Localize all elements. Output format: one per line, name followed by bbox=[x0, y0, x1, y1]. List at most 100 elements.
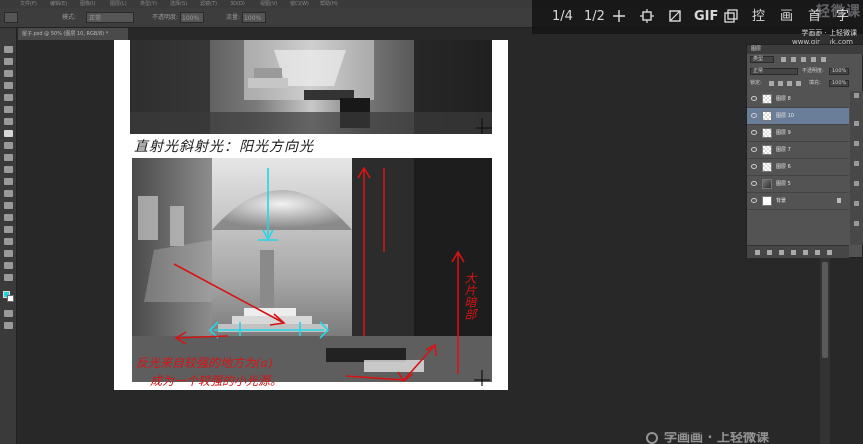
brush-preset-picker[interactable] bbox=[4, 12, 18, 23]
layers-tab[interactable]: 图层 bbox=[751, 45, 761, 54]
stamp-tool-icon[interactable] bbox=[4, 142, 13, 149]
shape-tool-icon[interactable] bbox=[4, 250, 13, 257]
layer-row[interactable]: 图层 9 bbox=[747, 125, 849, 142]
layer-style-icon[interactable] bbox=[767, 250, 772, 255]
menu-item[interactable]: 窗口(W) bbox=[290, 0, 309, 8]
visibility-eye-icon[interactable] bbox=[751, 198, 757, 203]
move-tool-icon[interactable] bbox=[4, 46, 13, 53]
visibility-eye-icon[interactable] bbox=[751, 113, 757, 118]
scroll-up-icon[interactable] bbox=[854, 93, 859, 98]
layer-opacity-input[interactable]: 100% bbox=[829, 68, 849, 75]
menu-item[interactable]: 视图(V) bbox=[260, 0, 277, 8]
painting-artwork bbox=[130, 40, 492, 386]
lasso-tool-icon[interactable] bbox=[4, 70, 13, 77]
visibility-eye-icon[interactable] bbox=[751, 181, 757, 186]
gif-button[interactable]: GIF bbox=[694, 9, 718, 25]
panel-icon[interactable] bbox=[854, 201, 859, 206]
layer-opacity-label: 不透明度: bbox=[802, 68, 824, 74]
menu-item[interactable]: 类型(Y) bbox=[140, 0, 157, 8]
control-button[interactable]: 控 bbox=[752, 9, 765, 25]
adjustment-layer-icon[interactable] bbox=[791, 250, 796, 255]
dodge-tool-icon[interactable] bbox=[4, 202, 13, 209]
menu-item[interactable]: 选择(S) bbox=[170, 0, 187, 8]
menu-item[interactable]: 滤镜(T) bbox=[200, 0, 217, 8]
panel-icon[interactable] bbox=[854, 221, 859, 226]
new-layer-icon[interactable] bbox=[815, 250, 820, 255]
crop-icon[interactable] bbox=[668, 9, 682, 23]
zoom-quarter-button[interactable]: 1/4 bbox=[552, 9, 573, 25]
type-tool-icon[interactable] bbox=[4, 226, 13, 233]
opacity-input[interactable]: 100% bbox=[180, 12, 204, 23]
blur-tool-icon[interactable] bbox=[4, 190, 13, 197]
visibility-eye-icon[interactable] bbox=[751, 96, 757, 101]
menu-item[interactable]: 编辑(E) bbox=[50, 0, 67, 8]
delete-layer-icon[interactable] bbox=[827, 250, 832, 255]
history-brush-tool-icon[interactable] bbox=[4, 154, 13, 161]
path-select-tool-icon[interactable] bbox=[4, 238, 13, 245]
bottom-watermark-text: 学画画 · 上轻微课 bbox=[664, 432, 769, 444]
fill-input[interactable]: 100% bbox=[829, 80, 849, 87]
flow-input[interactable]: 100% bbox=[242, 12, 266, 23]
quick-mask-icon[interactable] bbox=[4, 310, 13, 317]
frame-icon[interactable] bbox=[640, 9, 654, 23]
copy-icon[interactable] bbox=[724, 9, 738, 23]
panel-icon[interactable] bbox=[854, 121, 859, 126]
panel-icon[interactable] bbox=[854, 141, 859, 146]
lock-all-icon[interactable] bbox=[796, 81, 801, 86]
layer-row[interactable]: 图层 7 bbox=[747, 142, 849, 159]
zoom-half-button[interactable]: 1/2 bbox=[584, 9, 605, 25]
menu-item[interactable]: 图像(I) bbox=[80, 0, 95, 8]
pen-tool-icon[interactable] bbox=[4, 214, 13, 221]
mode-select[interactable]: 正常 bbox=[86, 12, 134, 23]
blend-mode-select[interactable]: 正常 bbox=[750, 68, 798, 75]
layer-row[interactable]: 图层 6 bbox=[747, 159, 849, 176]
layer-filter-select[interactable]: 类型 bbox=[750, 56, 774, 63]
bottom-watermark: 学画画 · 上轻微课 bbox=[646, 432, 863, 444]
filter-shape-icon[interactable] bbox=[811, 57, 816, 62]
layer-row-background[interactable]: 背景 bbox=[747, 193, 849, 210]
zoom-tool-icon[interactable] bbox=[4, 274, 13, 281]
panel-icon[interactable] bbox=[854, 161, 859, 166]
filter-adjust-icon[interactable] bbox=[791, 57, 796, 62]
gradient-tool-icon[interactable] bbox=[4, 178, 13, 185]
visibility-eye-icon[interactable] bbox=[751, 130, 757, 135]
menu-item[interactable]: 文件(F) bbox=[20, 0, 37, 8]
brush-tool-icon[interactable] bbox=[4, 130, 13, 137]
link-layers-icon[interactable] bbox=[755, 250, 760, 255]
eyedropper-tool-icon[interactable] bbox=[4, 106, 13, 113]
layer-row[interactable]: 图层 8 bbox=[747, 91, 849, 108]
crop-tool-icon[interactable] bbox=[4, 94, 13, 101]
visibility-eye-icon[interactable] bbox=[751, 147, 757, 152]
healing-tool-icon[interactable] bbox=[4, 118, 13, 125]
hand-tool-icon[interactable] bbox=[4, 262, 13, 269]
document-canvas[interactable]: 直射光斜射光：阳光方向光 反光来自较强的地方为(a) 成为一个较强的小光源。 大… bbox=[114, 40, 508, 390]
fill-label: 填充: bbox=[809, 80, 821, 86]
marquee-tool-icon[interactable] bbox=[4, 58, 13, 65]
visibility-eye-icon[interactable] bbox=[751, 164, 757, 169]
scrollbar-thumb[interactable] bbox=[822, 262, 828, 358]
menu-item[interactable]: 帮助(H) bbox=[320, 0, 338, 8]
lock-transparent-icon[interactable] bbox=[769, 81, 774, 86]
filter-type-icon[interactable] bbox=[801, 57, 806, 62]
lock-pixels-icon[interactable] bbox=[778, 81, 783, 86]
filter-pixel-icon[interactable] bbox=[781, 57, 786, 62]
menu-item[interactable]: 3D(D) bbox=[230, 0, 245, 8]
eraser-tool-icon[interactable] bbox=[4, 166, 13, 173]
layers-panel-tabbar: 图层 bbox=[747, 45, 863, 54]
document-tab[interactable]: 屋子.psd @ 50% (图层 10, RGB/8) * bbox=[18, 28, 128, 40]
panel-icon[interactable] bbox=[854, 181, 859, 186]
crosshair-icon[interactable] bbox=[612, 9, 626, 23]
filter-smart-icon[interactable] bbox=[821, 57, 826, 62]
layer-row-selected[interactable]: 图层 10 bbox=[747, 108, 849, 125]
draw-button[interactable]: 画 bbox=[780, 9, 793, 25]
lock-position-icon[interactable] bbox=[787, 81, 792, 86]
menu-item[interactable]: 图层(L) bbox=[110, 0, 127, 8]
blend-opacity-row: 正常 不透明度: 100% bbox=[747, 67, 863, 77]
layer-row[interactable]: 图层 5 bbox=[747, 176, 849, 193]
background-color-swatch[interactable] bbox=[7, 295, 14, 302]
add-mask-icon[interactable] bbox=[779, 250, 784, 255]
layers-scrollbar[interactable] bbox=[850, 91, 863, 245]
screen-mode-icon[interactable] bbox=[4, 322, 13, 329]
new-group-icon[interactable] bbox=[803, 250, 808, 255]
quick-select-tool-icon[interactable] bbox=[4, 82, 13, 89]
